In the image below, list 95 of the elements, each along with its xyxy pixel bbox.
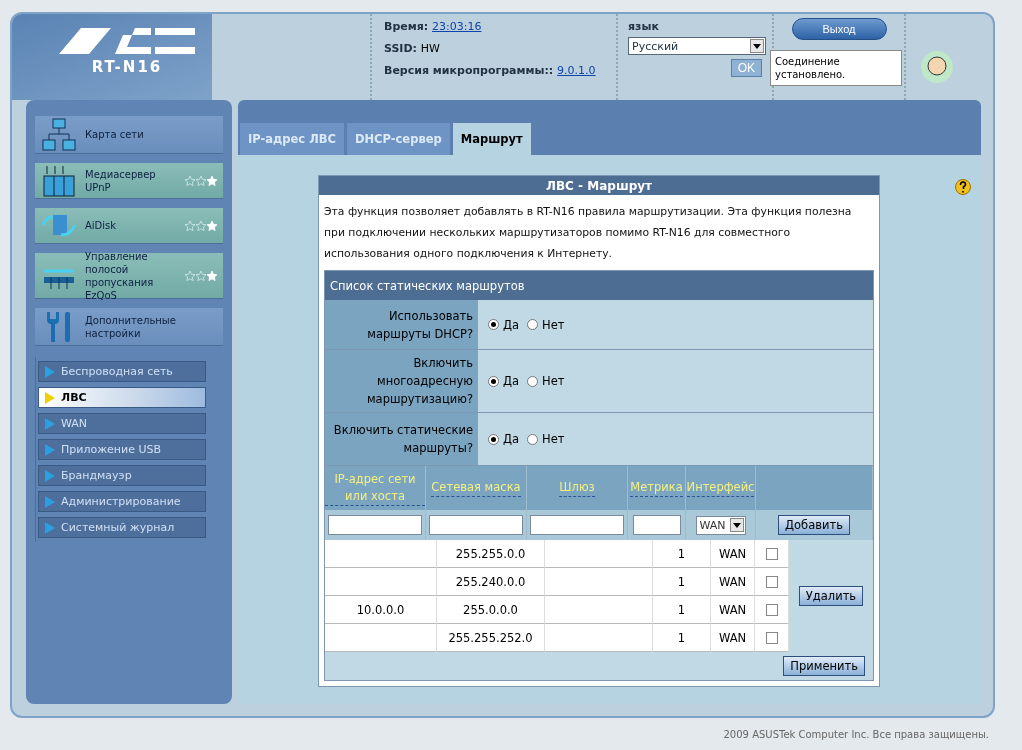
sidebar-item[interactable]: Управление полосой пропускания EzQoS [35,253,223,299]
table-cell: 255.255.252.0 [437,624,545,652]
column-header: Сетевая маска [431,479,521,497]
radio-button[interactable] [488,319,499,330]
interface-select[interactable]: WAN [695,515,746,535]
column-header: Интерфейс [686,479,755,497]
star-icon [185,270,195,281]
copyright-text: 2009 ASUSTek Computer Inc. Все права защищены. [723,728,989,740]
table-cell: 255.255.0.0 [437,540,545,568]
submenu-item[interactable]: Приложение USB [38,439,206,460]
star-icon [196,270,206,281]
checkbox[interactable] [765,547,778,560]
submenu-item[interactable]: WAN [38,413,206,434]
help-icon[interactable] [955,179,971,195]
table-cell: 255.240.0.0 [437,568,545,596]
time-link[interactable]: 23:03:16 [432,20,482,33]
star-icon [207,175,217,186]
option-label: Включить многоадресную маршрутизацию? [325,350,478,412]
logout-button[interactable]: Выход [791,18,887,40]
table-cell: 10.0.0.0 [325,596,437,624]
sidebar-item[interactable]: Медиасервер UPnP [35,163,223,199]
firmware-info: Версия микропрограммы:: 9.0.1.0 [384,64,597,77]
checkbox[interactable] [765,575,778,588]
radio-label: Да [503,432,520,446]
star-icon [196,220,206,231]
column-header: IP-адрес сети или хоста [325,470,425,506]
input-field[interactable] [632,515,681,535]
radio-button[interactable] [488,433,499,445]
caret-icon [753,43,761,49]
sidebar-item[interactable]: Дополнительные настройки [35,308,223,346]
language-select[interactable]: Русский [628,37,766,55]
delete-button[interactable]: Удалить [798,586,864,606]
input-field[interactable] [328,515,422,535]
table-cell: WAN [711,540,755,568]
language-label: язык [628,20,660,33]
firmware-link[interactable]: 9.0.1.0 [557,64,596,77]
triangle-icon [45,417,55,430]
radio-label: Да [503,374,520,388]
section-header: Список статических маршрутов [325,271,873,300]
star-icon [185,220,195,231]
input-field[interactable] [530,515,624,535]
model-name: RT-N16 [91,58,163,76]
submenu-item[interactable]: ЛВС [38,387,206,408]
table-cell: 1 [653,624,711,652]
radio-label: Нет [542,374,565,388]
input-field[interactable] [429,515,523,535]
sidebar-item[interactable]: AiDisk [35,208,223,244]
table-cell: WAN [711,568,755,596]
column-header: Шлюз [559,479,595,497]
description-text: Эта функция позволяет добавлять в RT-N16 правила маршрутизации. Эта функция полезна при подключении нескольких маршрутизаторов помимо RT-N16 для совместного использования одного подключения к Интернету. [323,204,853,262]
caret-icon [732,522,741,528]
status-tooltip: Соединение установлено. [770,50,902,86]
radio-label: Нет [542,317,565,332]
radio-label: Да [503,317,520,332]
tab[interactable]: Маршрут [452,123,531,155]
add-button[interactable]: Добавить [778,515,850,535]
submenu-item[interactable]: Беспроводная сеть [38,361,206,382]
triangle-icon [45,443,55,456]
star-icon [185,175,195,186]
submenu-item[interactable]: Системный журнал [38,517,206,538]
network-icon [41,117,77,152]
radio-button[interactable] [488,375,499,387]
radio-button[interactable] [527,433,539,445]
checkbox[interactable] [765,603,778,616]
sidebar-item[interactable]: Карта сети [35,116,223,154]
triangle-icon [45,469,55,482]
table-cell: 1 [653,596,711,624]
ssid-value: HW [420,42,440,55]
submenu-item[interactable]: Администрирование [38,491,206,512]
submenu-item[interactable]: Брандмауэр [38,465,206,486]
checkbox[interactable] [765,631,778,644]
table-cell: WAN [711,624,755,652]
triangle-icon [45,495,55,508]
table-cell: 1 [653,540,711,568]
table-cell: WAN [711,596,755,624]
form-title: ЛВС - Маршрут [319,176,879,195]
ssid-info: SSID: HW [384,42,441,55]
star-icon [207,220,217,231]
option-label: Включить статические маршруты? [325,413,478,465]
star-icon [207,270,217,281]
table-cell: 255.0.0.0 [437,596,545,624]
triangle-icon [45,365,55,378]
apply-button[interactable]: Применить [783,656,865,676]
column-header: Метрика [630,479,683,497]
film-icon [41,163,77,198]
table-cell: 1 [653,568,711,596]
triangle-icon [45,521,55,534]
radio-button[interactable] [527,319,539,330]
radio-button[interactable] [527,375,539,387]
option-label: Использовать маршруты DHCP? [325,300,478,349]
radio-label: Нет [542,432,565,446]
time-info: Время: 23:03:16 [384,20,483,33]
triangle-icon [45,391,55,404]
avatar-icon [920,50,954,84]
star-icon [196,175,206,186]
